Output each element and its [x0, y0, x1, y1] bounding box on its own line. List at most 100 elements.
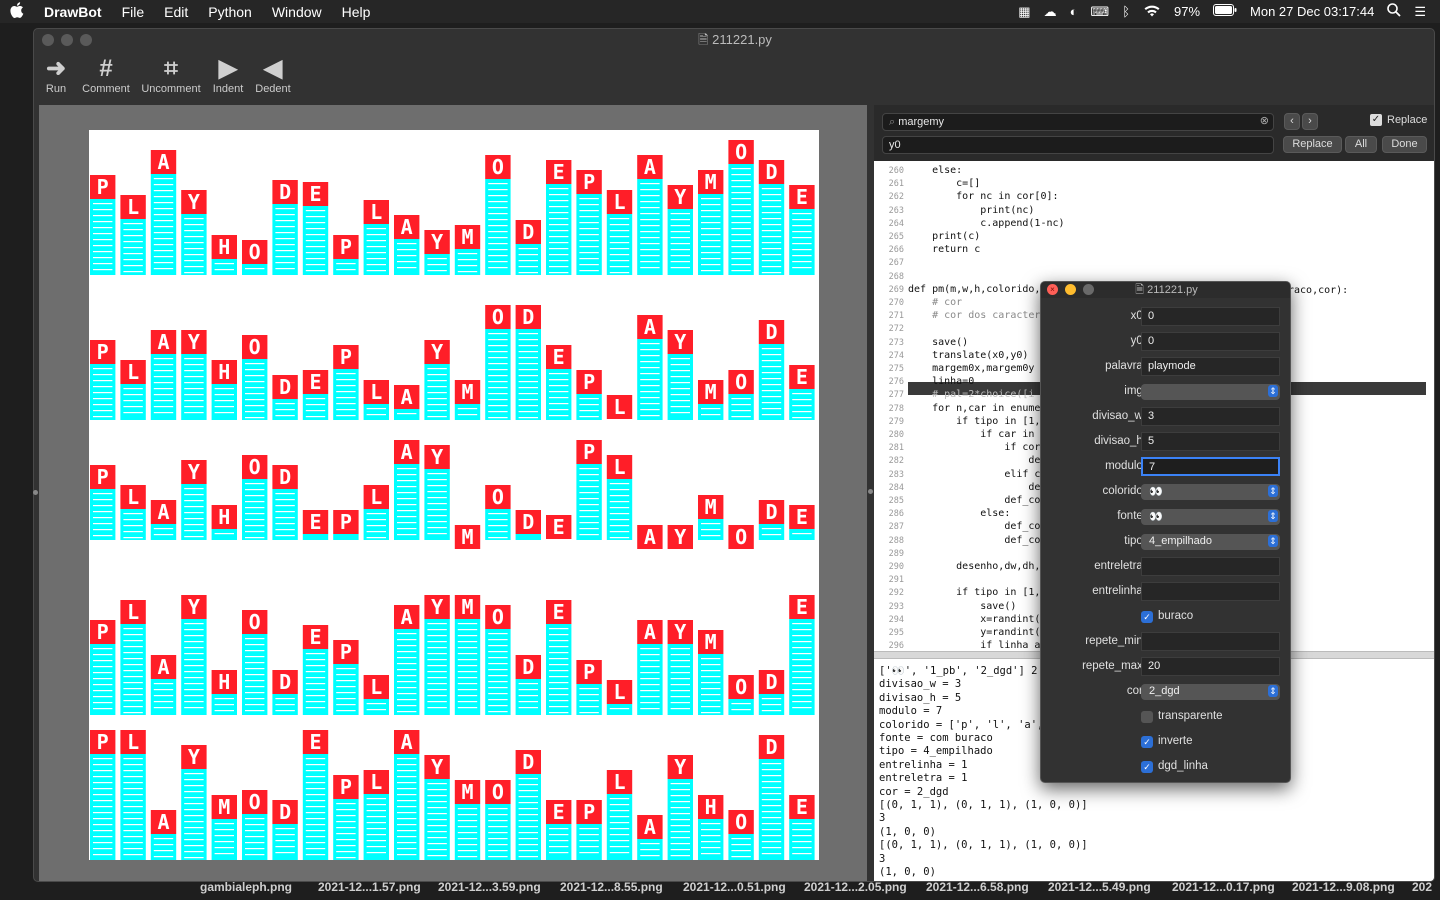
spotlight-search-icon[interactable]: [1387, 3, 1401, 20]
wifi-icon[interactable]: [1143, 4, 1161, 20]
clear-search-icon[interactable]: ⊗: [1260, 115, 1269, 128]
cor-select[interactable]: 2_dgd: [1141, 684, 1280, 700]
desktop-file[interactable]: 2021-12...1.57.png: [318, 880, 421, 894]
colorido-select[interactable]: 👀: [1141, 484, 1280, 500]
stack-stripe: [336, 686, 356, 688]
stack-stripe: [670, 654, 690, 656]
pane-splitter-handle[interactable]: [868, 489, 873, 494]
cloud-icon[interactable]: ☁: [1044, 4, 1057, 20]
battery-icon[interactable]: [1213, 4, 1237, 19]
replace-checkbox[interactable]: ✓: [1370, 114, 1382, 126]
desktop-file[interactable]: 2021-12...8.55.png: [560, 880, 663, 894]
comment-button[interactable]: # Comment: [78, 55, 134, 95]
panel-close-button[interactable]: ×: [1047, 284, 1058, 295]
letter-stack: [272, 489, 298, 540]
stack-stripe: [366, 408, 386, 410]
stack-stripe: [275, 698, 295, 700]
stack-stripe: [701, 841, 721, 843]
desktop-file[interactable]: 2021-12...0.17.png: [1172, 880, 1275, 894]
drawing-canvas[interactable]: PLAYHODEPLAYMODEPLAYMODEPLAYHODEPLAYMODE…: [89, 130, 819, 860]
done-button[interactable]: Done: [1382, 136, 1427, 153]
repete-min-field[interactable]: [1141, 632, 1280, 651]
menubar-clock[interactable]: Mon 27 Dec 03:17:44: [1250, 4, 1374, 19]
replace-all-button[interactable]: All: [1345, 136, 1377, 153]
checkbox-inverte[interactable]: ✓: [1141, 736, 1153, 748]
stack-stripe: [245, 692, 265, 694]
menu-help[interactable]: Help: [332, 4, 381, 20]
minimize-window-button[interactable]: [61, 34, 73, 46]
divisao-w-field[interactable]: 3: [1141, 407, 1280, 426]
uncomment-button[interactable]: ⌗ Uncomment: [138, 55, 204, 95]
repete-max-field[interactable]: 20: [1141, 657, 1280, 676]
entreletra-field[interactable]: [1141, 557, 1280, 576]
divisao-h-field[interactable]: 5: [1141, 432, 1280, 451]
x0-field[interactable]: 0: [1141, 307, 1280, 326]
control-center-icon[interactable]: ☰: [1414, 4, 1426, 20]
img-select[interactable]: [1141, 384, 1280, 400]
desktop-file[interactable]: 2021-12...3.59.png: [438, 880, 541, 894]
stack-stripe: [184, 641, 204, 643]
stack-stripe: [731, 168, 751, 170]
fonte-select[interactable]: 👀: [1141, 509, 1280, 525]
indent-label: Indent: [212, 83, 244, 95]
stack-stripe: [93, 794, 113, 796]
line-number: 294: [888, 614, 904, 625]
stack-stripe: [123, 628, 143, 630]
stack-stripe: [518, 701, 538, 703]
battery-percent[interactable]: 97%: [1174, 4, 1200, 19]
entrelinha-field[interactable]: [1141, 582, 1280, 601]
panel-minimize-button[interactable]: [1065, 284, 1076, 295]
y0-field[interactable]: 0: [1141, 332, 1280, 351]
menu-app-name[interactable]: DrawBot: [34, 4, 112, 20]
left-splitter-handle[interactable]: [33, 490, 38, 495]
zoom-window-button[interactable]: [80, 34, 92, 46]
find-field[interactable]: ⌕ margemy ⊗: [882, 113, 1274, 131]
desktop-file[interactable]: 2021-12...9.08.png: [1292, 880, 1395, 894]
apple-icon[interactable]: [0, 2, 34, 21]
menu-window[interactable]: Window: [262, 4, 332, 20]
desktop-file[interactable]: gambialeph.png: [200, 880, 292, 894]
dedent-button[interactable]: ◀ Dedent: [252, 55, 294, 95]
stack-stripe: [640, 361, 660, 363]
bluetooth-icon[interactable]: ᛒ: [1122, 4, 1130, 19]
stack-stripe: [153, 701, 174, 703]
checkbox-buraco[interactable]: ✓: [1141, 611, 1153, 623]
modulo-field[interactable]: 7: [1141, 457, 1280, 476]
stack-stripe: [153, 184, 174, 186]
desktop-file[interactable]: 202: [1412, 880, 1432, 894]
status-app-icon[interactable]: ▦: [1018, 4, 1030, 20]
replace-field[interactable]: y0: [882, 136, 1274, 154]
replace-button[interactable]: Replace: [1283, 136, 1342, 153]
close-window-button[interactable]: [42, 34, 54, 46]
stack-stripe: [123, 265, 143, 267]
previous-match-button[interactable]: ‹: [1284, 113, 1300, 130]
desktop-file[interactable]: 2021-12...6.58.png: [926, 880, 1029, 894]
menu-python[interactable]: Python: [198, 4, 262, 20]
contrast-icon[interactable]: ◐: [1070, 4, 1078, 19]
stack-stripe: [123, 788, 143, 790]
drawing-preview-pane[interactable]: PLAYHODEPLAYMODEPLAYMODEPLAYHODEPLAYMODE…: [39, 105, 867, 881]
desktop-file[interactable]: 2021-12...5.49.png: [1048, 880, 1151, 894]
checkbox-dgd_linha[interactable]: ✓: [1141, 761, 1153, 773]
hash-icon: #: [99, 55, 113, 82]
desktop-file[interactable]: 2021-12...2.05.png: [804, 880, 907, 894]
tipo-select[interactable]: 4_empilhado: [1141, 534, 1280, 550]
desktop-file[interactable]: 2021-12...0.51.png: [683, 880, 786, 894]
line-number: 278: [888, 403, 904, 414]
menu-file[interactable]: File: [112, 4, 155, 20]
letter-glyph: E: [309, 370, 321, 394]
indent-button[interactable]: ▶ Indent: [209, 55, 247, 95]
stack-stripe: [701, 829, 721, 831]
menu-edit[interactable]: Edit: [154, 4, 198, 20]
checkbox-transparente[interactable]: [1141, 711, 1153, 723]
keyboard-icon[interactable]: ⌨: [1090, 4, 1109, 20]
stack-stripe: [427, 527, 447, 529]
stack-stripe: [245, 668, 265, 670]
stack-stripe: [518, 689, 538, 691]
stack-stripe: [427, 653, 447, 655]
stack-stripe: [640, 237, 660, 239]
next-match-button[interactable]: ›: [1302, 113, 1318, 130]
palavra-field[interactable]: playmode: [1141, 357, 1280, 376]
run-button[interactable]: ➜ Run: [40, 55, 72, 95]
panel-zoom-button[interactable]: [1083, 284, 1094, 295]
